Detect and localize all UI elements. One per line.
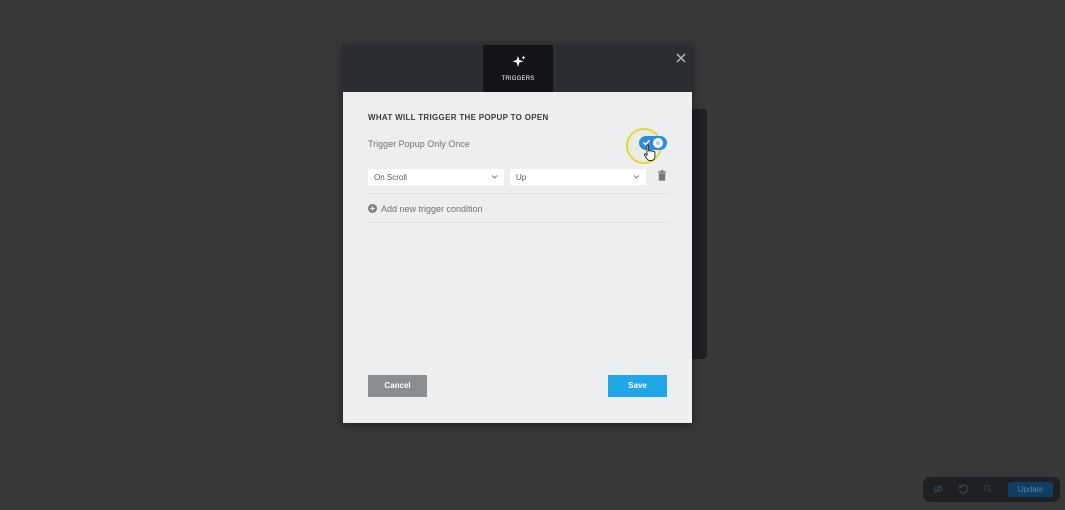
section-title: WHAT WILL TRIGGER THE POPUP TO OPEN: [368, 113, 549, 122]
save-button[interactable]: Save: [608, 375, 667, 397]
trigger-direction-value: Up: [516, 173, 527, 182]
trigger-once-label: Trigger Popup Only Once: [368, 139, 470, 149]
trigger-direction-select[interactable]: Up: [510, 169, 646, 185]
cancel-button[interactable]: Cancel: [368, 375, 427, 397]
add-trigger-condition-label: Add new trigger condition: [381, 204, 483, 214]
search-icon[interactable]: [983, 484, 993, 494]
history-icon[interactable]: [958, 484, 968, 494]
close-icon[interactable]: [674, 51, 688, 65]
plus-circle-icon: [368, 204, 377, 213]
sparkle-icon: [512, 55, 526, 67]
trigger-event-select[interactable]: On Scroll: [368, 169, 504, 185]
hand-pointer-icon: [643, 144, 656, 161]
modal-header: TRIGGERS: [343, 45, 692, 92]
divider: [368, 193, 668, 194]
trigger-event-value: On Scroll: [374, 173, 407, 182]
update-button[interactable]: Update: [1008, 482, 1053, 497]
bottom-toolbar: Update: [923, 477, 1060, 502]
chevron-down-icon: [633, 175, 640, 179]
trash-icon[interactable]: [657, 170, 667, 181]
background-panel: [690, 109, 707, 359]
triggers-modal: TRIGGERS WHAT WILL TRIGGER THE POPUP TO …: [343, 45, 692, 423]
eye-off-icon[interactable]: [933, 484, 943, 494]
divider: [368, 222, 668, 223]
tab-triggers[interactable]: TRIGGERS: [483, 45, 553, 92]
chevron-down-icon: [491, 175, 498, 179]
tab-triggers-label: TRIGGERS: [501, 76, 535, 82]
